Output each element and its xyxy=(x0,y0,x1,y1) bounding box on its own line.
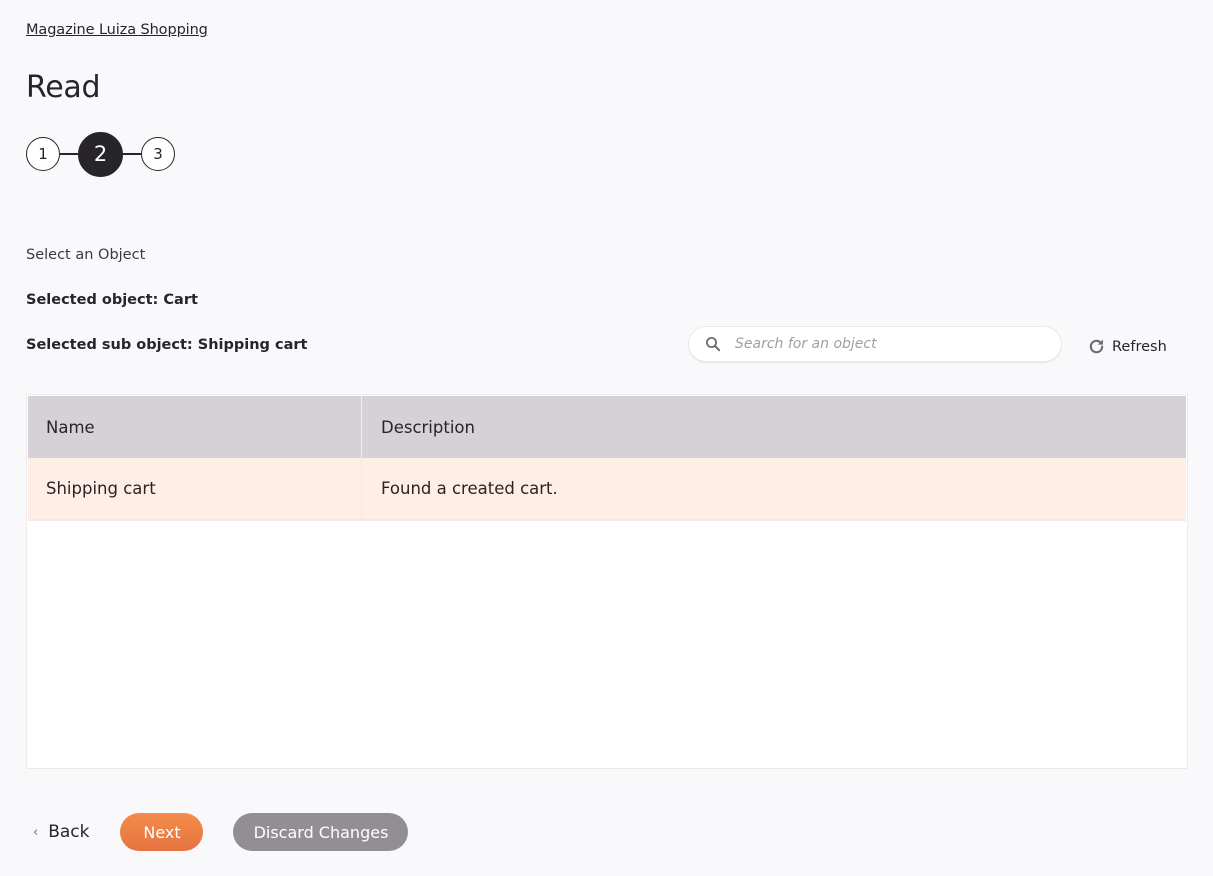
discard-changes-button[interactable]: Discard Changes xyxy=(233,813,409,851)
step-connector xyxy=(60,153,78,155)
table-row[interactable]: Shipping cart Found a created cart. xyxy=(28,458,1186,521)
step-2[interactable]: 2 xyxy=(78,131,123,177)
cell-description: Found a created cart. xyxy=(381,479,558,498)
refresh-button[interactable]: Refresh xyxy=(1087,337,1167,356)
selected-object-label: Selected object: Cart xyxy=(26,292,198,308)
step-3[interactable]: 3 xyxy=(141,137,175,171)
search-input[interactable] xyxy=(735,336,1035,352)
refresh-label: Refresh xyxy=(1112,338,1167,355)
objects-table: Name Description Shipping cart Found a c… xyxy=(26,394,1188,769)
page: Magazine Luiza Shopping Read 1 2 3 Selec… xyxy=(0,0,1213,876)
step-1[interactable]: 1 xyxy=(26,137,60,171)
breadcrumb-link[interactable]: Magazine Luiza Shopping xyxy=(26,22,208,38)
search-icon xyxy=(705,336,721,352)
back-label: Back xyxy=(48,822,90,842)
select-object-heading: Select an Object xyxy=(26,247,146,263)
column-header-description[interactable]: Description xyxy=(362,396,1186,458)
footer-actions: ‹ Back Next Discard Changes xyxy=(26,813,409,851)
selected-sub-object-label: Selected sub object: Shipping cart xyxy=(26,337,308,353)
back-button[interactable]: ‹ Back xyxy=(26,822,89,842)
stepper: 1 2 3 xyxy=(26,131,175,177)
refresh-icon xyxy=(1087,337,1106,356)
page-title: Read xyxy=(26,70,101,105)
cell-name: Shipping cart xyxy=(28,458,362,519)
next-button[interactable]: Next xyxy=(120,813,204,851)
column-header-name[interactable]: Name xyxy=(28,396,362,458)
table-header: Name Description xyxy=(28,396,1186,458)
chevron-left-icon: ‹ xyxy=(33,824,39,840)
step-connector xyxy=(123,153,141,155)
search-box[interactable] xyxy=(688,326,1062,362)
